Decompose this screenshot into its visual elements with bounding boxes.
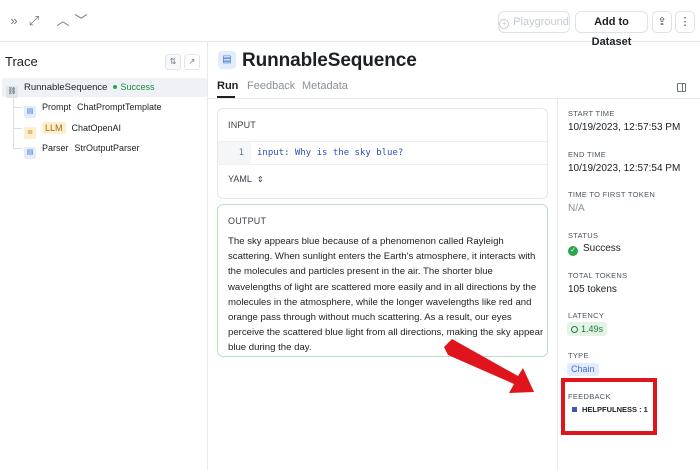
annotation-arrow-icon [444,339,534,393]
